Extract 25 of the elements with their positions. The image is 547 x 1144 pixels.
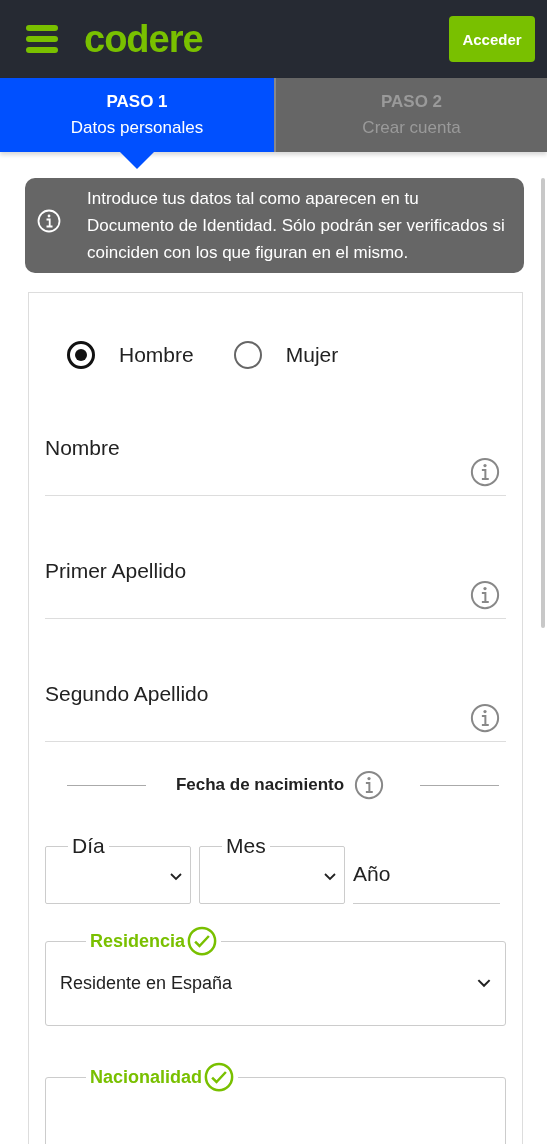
- text-field[interactable]: Segundo Apellido: [45, 679, 506, 742]
- menu-icon[interactable]: [26, 25, 58, 53]
- info-icon[interactable]: [470, 703, 500, 733]
- gender-radio[interactable]: Hombre: [67, 333, 194, 377]
- chevron-icon: [170, 873, 182, 881]
- field-label: Residencia: [90, 930, 186, 952]
- info-icon: [37, 209, 61, 233]
- radio-circle[interactable]: [67, 341, 95, 369]
- scrollbar[interactable]: [541, 178, 545, 628]
- text-field[interactable]: Primer Apellido: [45, 556, 506, 619]
- year-field[interactable]: Año: [353, 845, 500, 904]
- birth-date-label: Fecha de nacimiento: [175, 775, 345, 795]
- residence-select[interactable]: Residencia Residente en España: [45, 926, 506, 1026]
- info-icon[interactable]: [470, 580, 500, 610]
- chevron-icon: [477, 979, 491, 988]
- chevron-icon: [324, 873, 336, 881]
- gender-radio[interactable]: Mujer: [233, 333, 339, 377]
- info-icon[interactable]: [470, 457, 500, 487]
- info-text: Introduce tus datos tal como aparecen en tu Documento de Identidad. Sólo podrán ser verificados si coinciden con los que figuran en el mismo.: [87, 188, 506, 264]
- text-field[interactable]: Nombre: [45, 433, 506, 496]
- field-label: Nacionalidad: [90, 1066, 203, 1088]
- pointer-icon: [119, 151, 155, 169]
- info-icon[interactable]: [354, 770, 385, 800]
- radio-circle[interactable]: [233, 341, 262, 369]
- brand-logo[interactable]: codere: [84, 17, 203, 61]
